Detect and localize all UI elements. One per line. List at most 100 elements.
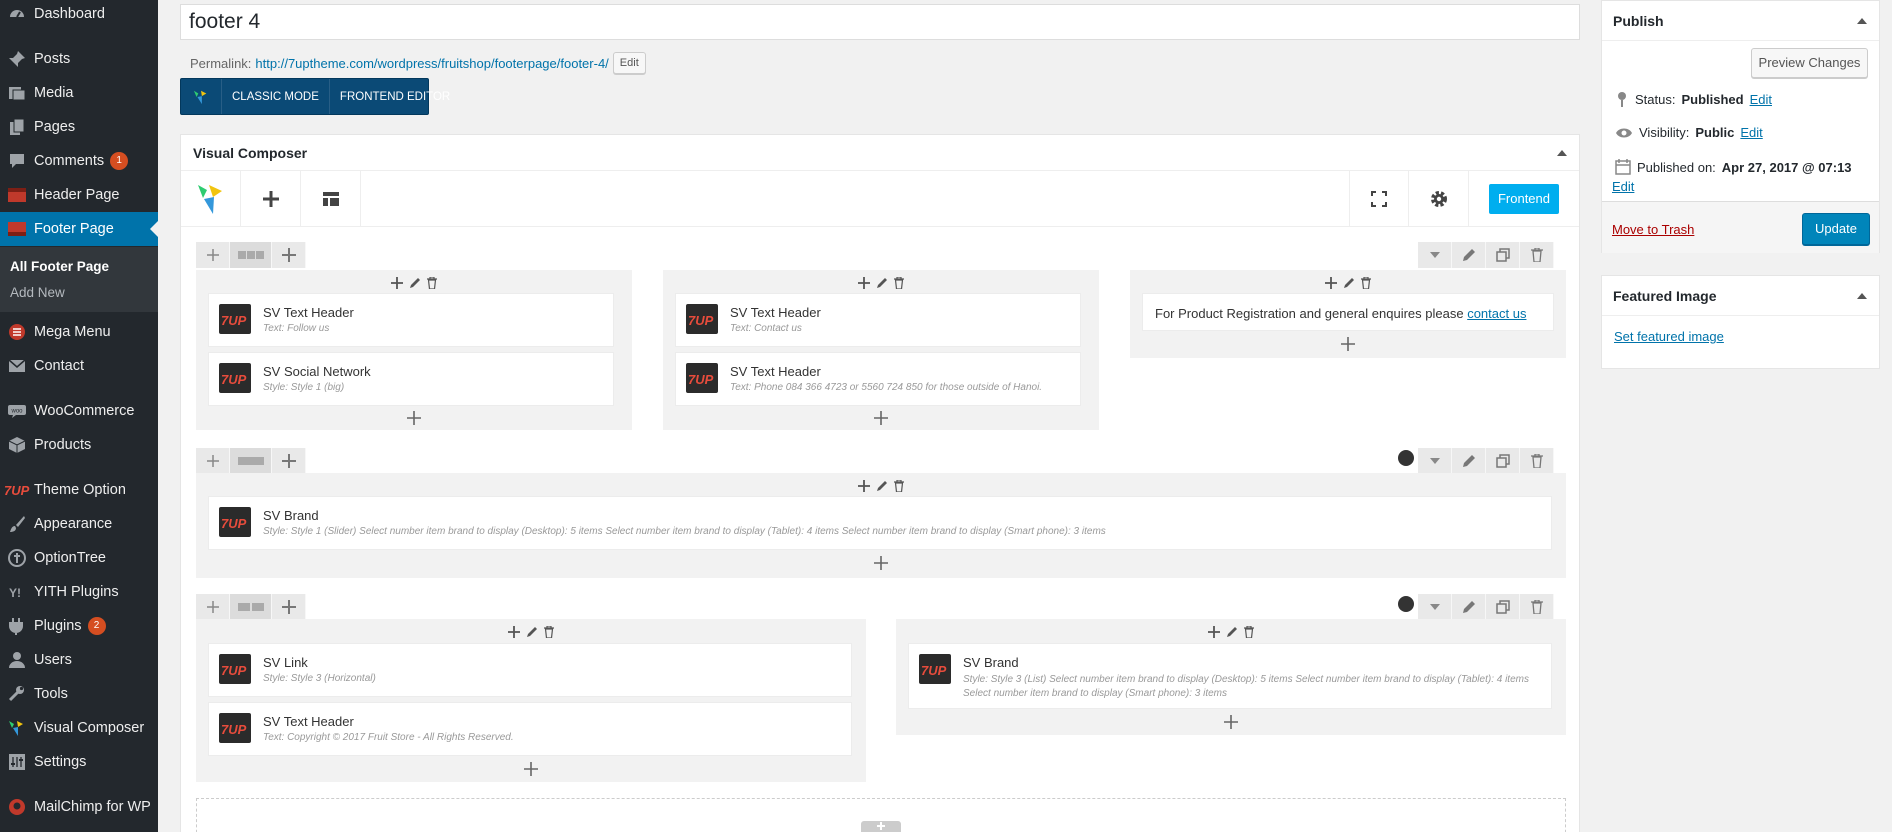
edit-pencil-icon[interactable] (1343, 277, 1355, 289)
trash-icon[interactable] (1520, 594, 1554, 620)
update-button[interactable]: Update (1802, 213, 1870, 245)
sidebar-item-mailchimp[interactable]: MailChimp for WP (0, 790, 158, 824)
column-layout-icon[interactable] (230, 594, 272, 620)
element-sv-brand[interactable]: 7UP SV Brand Style: Style 3 (List) Selec… (908, 643, 1552, 709)
vc-logo-button[interactable] (181, 171, 241, 227)
edit-pencil-icon[interactable] (1226, 626, 1238, 638)
add-element-below[interactable] (196, 553, 1566, 573)
element-sv-text-header[interactable]: 7UP SV Text Header Text: Follow us (208, 293, 614, 347)
post-title-input[interactable]: footer 4 (180, 4, 1580, 40)
add-row-button[interactable] (861, 821, 901, 832)
add-element-below[interactable] (196, 759, 866, 779)
plus-icon[interactable] (1325, 277, 1337, 289)
edit-pencil-icon[interactable] (409, 277, 421, 289)
clone-icon[interactable] (1486, 448, 1520, 474)
submenu-all-footer-page[interactable]: All Footer Page (10, 259, 109, 274)
sidebar-item-appearance[interactable]: Appearance (0, 507, 158, 541)
contact-us-link[interactable]: contact us (1467, 306, 1526, 321)
add-row-placeholder[interactable] (196, 798, 1566, 832)
sidebar-item-header-page[interactable]: Header Page (0, 178, 158, 212)
plus-icon[interactable] (1208, 626, 1220, 638)
trash-icon[interactable] (1520, 242, 1554, 268)
sidebar-item-media[interactable]: Media (0, 76, 158, 110)
edit-pencil-icon[interactable] (1452, 242, 1486, 268)
collapse-triangle-icon[interactable] (1557, 150, 1567, 156)
permalink-url-link[interactable]: http://7uptheme.com/wordpress/fruitshop/… (255, 56, 608, 71)
drag-handle-icon[interactable] (196, 242, 230, 268)
sidebar-item-pages[interactable]: Pages (0, 110, 158, 144)
edit-pencil-icon[interactable] (876, 277, 888, 289)
element-sv-brand[interactable]: 7UP SV Brand Style: Style 1 (Slider) Sel… (208, 496, 1552, 550)
drag-handle-icon[interactable] (196, 594, 230, 620)
element-sv-link[interactable]: 7UP SV Link Style: Style 3 (Horizontal) (208, 643, 852, 697)
sidebar-item-theme-option[interactable]: 7UP Theme Option (0, 473, 158, 507)
trash-icon[interactable] (894, 277, 904, 289)
edit-pencil-icon[interactable] (1452, 448, 1486, 474)
edit-pencil-icon[interactable] (876, 480, 888, 492)
edit-pencil-icon[interactable] (526, 626, 538, 638)
add-element-below[interactable] (896, 712, 1566, 732)
sidebar-item-posts[interactable]: Posts (0, 42, 158, 76)
chevron-down-icon[interactable] (1418, 242, 1452, 268)
column-layout-icon[interactable] (230, 448, 272, 474)
classic-mode-button[interactable]: CLASSIC MODE (221, 79, 329, 114)
fullscreen-button[interactable] (1349, 171, 1409, 227)
trash-icon[interactable] (1361, 277, 1371, 289)
edit-date-link[interactable]: Edit (1612, 179, 1634, 194)
plus-icon[interactable] (508, 626, 520, 638)
edit-pencil-icon[interactable] (1452, 594, 1486, 620)
add-element-below[interactable] (1130, 334, 1566, 354)
add-element-button[interactable] (241, 171, 301, 227)
clone-icon[interactable] (1486, 242, 1520, 268)
chevron-down-icon[interactable] (1418, 448, 1452, 474)
sidebar-item-products[interactable]: Products (0, 428, 158, 462)
trash-icon[interactable] (894, 480, 904, 492)
sidebar-item-contact[interactable]: Contact (0, 349, 158, 383)
settings-button[interactable] (1409, 171, 1469, 227)
add-column-icon[interactable] (272, 242, 306, 268)
sidebar-item-settings[interactable]: Settings (0, 745, 158, 779)
plus-icon[interactable] (391, 277, 403, 289)
add-element-below[interactable] (196, 408, 632, 428)
element-sv-text-header[interactable]: 7UP SV Text Header Text: Copyright © 201… (208, 702, 852, 756)
column-layout-icon[interactable] (230, 242, 272, 268)
sidebar-item-dashboard[interactable]: Dashboard (0, 0, 158, 31)
sidebar-item-tools[interactable]: Tools (0, 677, 158, 711)
sidebar-item-woocommerce[interactable]: woo WooCommerce (0, 394, 158, 428)
plus-icon[interactable] (858, 480, 870, 492)
sidebar-item-users[interactable]: Users (0, 643, 158, 677)
sidebar-item-mega-menu[interactable]: Mega Menu (0, 315, 158, 349)
frontend-editor-button[interactable]: FRONTEND EDITOR (328, 79, 460, 114)
submenu-add-new[interactable]: Add New (10, 285, 65, 300)
add-element-below[interactable] (663, 408, 1099, 428)
trash-icon[interactable] (544, 626, 554, 638)
add-column-icon[interactable] (272, 594, 306, 620)
drag-handle-icon[interactable] (196, 448, 230, 474)
templates-button[interactable] (301, 171, 361, 227)
element-sv-social-network[interactable]: 7UP SV Social Network Style: Style 1 (bi… (208, 352, 614, 406)
clone-icon[interactable] (1486, 594, 1520, 620)
element-sv-text-header[interactable]: 7UP SV Text Header Text: Phone 084 366 4… (675, 352, 1081, 406)
chevron-down-icon[interactable] (1418, 594, 1452, 620)
element-sv-text-header[interactable]: 7UP SV Text Header Text: Contact us (675, 293, 1081, 347)
sidebar-item-visual-composer[interactable]: Visual Composer (0, 711, 158, 745)
trash-icon[interactable] (427, 277, 437, 289)
sidebar-item-yith-plugins[interactable]: Y! YITH Plugins (0, 575, 158, 609)
preview-changes-button[interactable]: Preview Changes (1751, 48, 1868, 78)
frontend-button[interactable]: Frontend (1489, 184, 1559, 214)
collapse-triangle-icon[interactable] (1857, 293, 1867, 299)
set-featured-image-link[interactable]: Set featured image (1614, 329, 1724, 344)
trash-icon[interactable] (1244, 626, 1254, 638)
add-column-icon[interactable] (272, 448, 306, 474)
sidebar-item-optiontree[interactable]: OptionTree (0, 541, 158, 575)
permalink-edit-button[interactable]: Edit (612, 52, 646, 74)
sidebar-item-footer-page[interactable]: Footer Page (0, 212, 158, 246)
sidebar-item-plugins[interactable]: Plugins 2 (0, 609, 158, 643)
plus-icon[interactable] (858, 277, 870, 289)
sidebar-item-comments[interactable]: Comments 1 (0, 144, 158, 178)
move-to-trash-link[interactable]: Move to Trash (1612, 222, 1694, 237)
edit-visibility-link[interactable]: Edit (1740, 125, 1762, 140)
edit-status-link[interactable]: Edit (1750, 92, 1772, 107)
collapse-triangle-icon[interactable] (1857, 18, 1867, 24)
element-text-block[interactable]: For Product Registration and general enq… (1142, 293, 1554, 331)
